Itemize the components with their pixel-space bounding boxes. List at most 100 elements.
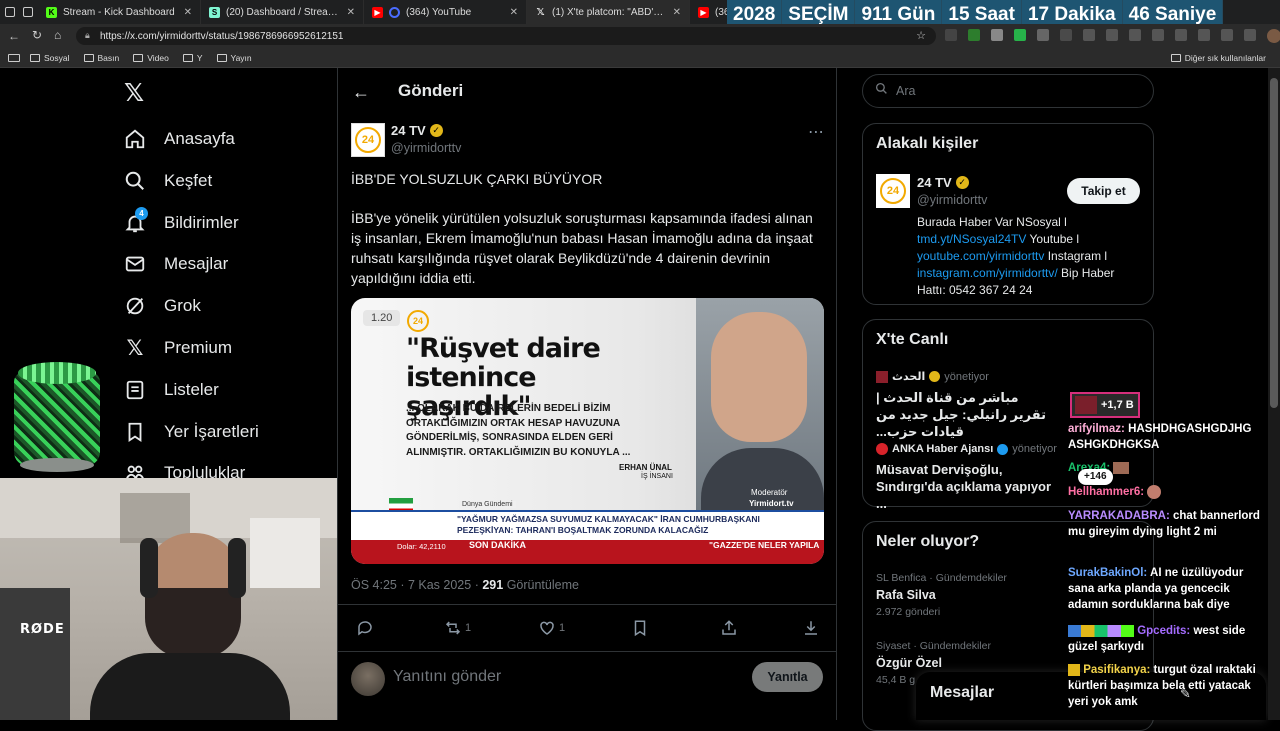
x-logo-icon[interactable]: 𝕏 (124, 80, 144, 106)
related-people-card: Alakalı kişiler 24 24 TV ✓ @yirmidorttv … (862, 123, 1154, 305)
tab-title: (364) YouTube (406, 6, 472, 18)
search-input[interactable]: Ara (862, 74, 1154, 108)
share-icon[interactable] (720, 619, 738, 642)
more-options-icon[interactable]: ⋯ (808, 122, 824, 142)
card-title: X'te Canlı (876, 331, 949, 348)
like-icon[interactable] (538, 619, 556, 642)
reply-button[interactable]: Yanıtla (752, 662, 823, 692)
live-host: الحدث (892, 371, 926, 383)
live-title: Müsavat Dervişoğlu, Sındırgı'da açıklama… (876, 462, 1052, 511)
home-browser-icon[interactable]: ⌂ (54, 28, 61, 42)
avatar[interactable]: 24 (351, 123, 385, 157)
lock-icon: 🔒︎ (85, 30, 90, 40)
nav-item-home[interactable]: Anasayfa (123, 127, 235, 151)
kick-icon: K (46, 6, 57, 18)
scrollbar-thumb[interactable] (1270, 78, 1278, 408)
bookmark-folder[interactable]: Y (182, 53, 203, 63)
action-bar: 1 1 (338, 604, 836, 652)
bio-link[interactable]: youtube.com/yirmidorttv (917, 249, 1044, 263)
bookmark-folder[interactable]: Video (133, 53, 169, 63)
badge-count: +1,7 B (1101, 399, 1134, 411)
bookmark-icon[interactable] (631, 619, 649, 642)
post-time[interactable]: ÖS 4:25 · 7 Kas 2025 · (351, 578, 479, 592)
video-logo: 24 (407, 310, 429, 332)
browser-tab[interactable]: S (20) Dashboard / Streamlabs ✕ (201, 0, 364, 24)
badge-thumbnail (1075, 396, 1097, 414)
nav-item-notifications[interactable]: 4 Bildirimler (123, 207, 239, 235)
reload-icon[interactable]: ↻ (32, 28, 42, 42)
reply-input[interactable]: Yanıtını gönder (393, 668, 693, 686)
extension-icon[interactable] (1083, 29, 1095, 41)
live-item[interactable]: ANKA Haber Ajansı yönetiyor Müsavat Derv… (876, 443, 1076, 512)
extension-icon[interactable] (1244, 29, 1256, 41)
nav-label: Mesajlar (164, 254, 229, 273)
bookmark-folder[interactable]: Basın (83, 53, 119, 63)
browser-tab[interactable]: ▶ (364) YouTube ✕ (364, 0, 527, 24)
bookmark-toggle-icon[interactable] (8, 53, 20, 62)
folder-icon (83, 53, 94, 62)
extension-icon[interactable] (991, 29, 1003, 41)
post-video[interactable]: 1.20 24 "Rüşvet daire istenince şaşırdık… (351, 298, 824, 564)
nav-item-messages[interactable]: Mesajlar (123, 252, 228, 276)
repost-icon[interactable] (444, 619, 462, 642)
url-field[interactable]: 🔒︎ https://x.com/yirmidorttv/status/1986… (76, 27, 936, 45)
related-handle[interactable]: @yirmidorttv (917, 193, 987, 207)
author-handle[interactable]: @yirmidorttv (391, 141, 461, 155)
other-bookmarks[interactable]: Diğer sık kullanılanlar (1170, 53, 1266, 63)
rode-microphone-label: RØDE (20, 622, 65, 637)
extension-icon[interactable] (1152, 29, 1164, 41)
back-arrow-icon[interactable]: ← (8, 29, 20, 43)
chat-message: Hellhammer6: (1068, 484, 1268, 500)
video-speaker: ERHAN ÜNAL (619, 463, 672, 472)
download-icon[interactable] (802, 619, 820, 642)
trend-item[interactable]: SL Benfica · Gündemdekiler Rafa Silva 2.… (876, 572, 1007, 618)
bookmark-folder[interactable]: Yayın (216, 53, 252, 63)
youtube-icon: ▶ (698, 6, 709, 18)
nav-item-grok[interactable]: Grok (123, 294, 201, 318)
nav-item-explore[interactable]: Keşfet (123, 169, 212, 193)
grok-icon (123, 294, 147, 318)
bio-link[interactable]: instagram.com/yirmidorttv/ (917, 266, 1058, 280)
nav-item-bookmarks[interactable]: Yer İşaretleri (123, 420, 259, 444)
close-icon[interactable]: ✕ (673, 7, 681, 18)
profile-avatar[interactable] (1267, 29, 1280, 43)
chat-user: SurakBakinOl: (1068, 567, 1148, 579)
live-item[interactable]: الحدث yönetiyor مباشر من قناة الحدث | تق… (876, 370, 1076, 440)
mail-icon (123, 252, 147, 276)
bookmark-folder[interactable]: Sosyal (30, 53, 70, 63)
streamlabs-icon: S (209, 6, 220, 18)
chat-user: Pasifikanya: (1083, 664, 1151, 676)
author-name[interactable]: 24 TV (391, 123, 426, 138)
extension-icon[interactable] (1175, 29, 1187, 41)
close-icon[interactable]: ✕ (347, 7, 355, 18)
x-premium-icon: 𝕏 (126, 336, 144, 360)
related-avatar[interactable]: 24 (876, 174, 910, 208)
extension-icon[interactable] (1037, 29, 1049, 41)
back-arrow-icon[interactable]: ← (352, 82, 370, 103)
browser-tab[interactable]: K Stream - Kick Dashboard ✕ (38, 0, 201, 24)
nav-item-premium[interactable]: 𝕏 Premium (123, 336, 232, 360)
nav-item-lists[interactable]: Listeler (123, 378, 219, 402)
extension-icon[interactable] (1106, 29, 1118, 41)
post-timestamp: ÖS 4:25 · 7 Kas 2025 · 291 Görüntüleme (351, 578, 579, 592)
related-name[interactable]: 24 TV (917, 175, 952, 190)
close-icon[interactable]: ✕ (184, 7, 192, 18)
reply-icon[interactable] (356, 619, 374, 642)
extension-icon[interactable] (945, 29, 957, 41)
browser-tab[interactable]: 𝕏 (1) X'te platcom: "ABD'de hotdo ✕ (527, 0, 690, 24)
extension-icon[interactable] (1014, 29, 1026, 41)
tab-actions-icon[interactable] (0, 0, 38, 24)
extension-icon[interactable] (968, 29, 980, 41)
bio-link[interactable]: tmd.yt/NSosyal24TV (917, 232, 1026, 246)
ticker-tag: Dünya Gündemi (459, 501, 516, 508)
extension-icon[interactable] (1129, 29, 1141, 41)
star-icon[interactable]: ☆ (916, 29, 926, 42)
post-column: ← Gönderi 24 24 TV ✓ @yirmidorttv ⋯ İBB'… (337, 68, 837, 720)
follow-button[interactable]: Takip et (1067, 178, 1140, 204)
extension-icon[interactable] (1221, 29, 1233, 41)
extension-icon[interactable] (1060, 29, 1072, 41)
trend-count: 2.972 gönderi (876, 606, 941, 618)
close-icon[interactable]: ✕ (510, 7, 518, 18)
extension-icon[interactable] (1198, 29, 1210, 41)
view-count: 291 (482, 578, 504, 592)
